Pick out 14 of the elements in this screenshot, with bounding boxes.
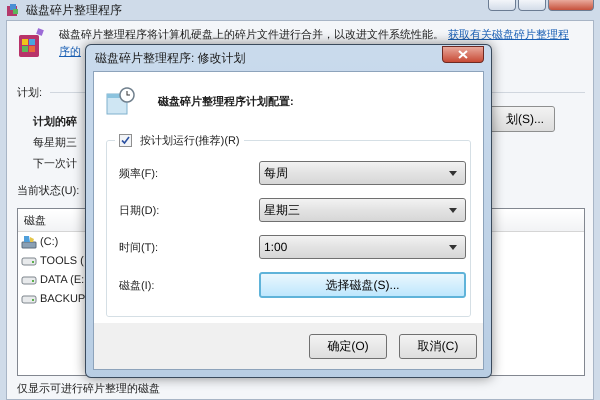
field-label: 时间(T): [119,240,160,254]
footer-note: 仅显示可进行碎片整理的磁盘 [17,383,160,395]
window-title: 磁盘碎片整理程序 [26,2,122,18]
field-label: 日期(D): [119,204,160,218]
schedule-heading: 计划: [17,86,42,100]
dialog-heading: 磁盘碎片整理程序计划配置: [158,94,294,108]
description-text: 磁盘碎片整理程序将计算机硬盘上的碎片文件进行合并，以改进文件系统性能。 [59,28,444,43]
field-label: 频率(F): [119,166,160,180]
status-label: 当前状态(U): [17,184,80,198]
schedule-frequency: 每星期三 [33,136,77,150]
field-label: 磁盘(I): [119,278,156,292]
next-run-label: 下一次计 [33,157,77,171]
schedule-title: 计划的碎 [33,114,77,129]
dialog-title: 磁盘碎片整理程序: 修改计划 [95,50,246,66]
